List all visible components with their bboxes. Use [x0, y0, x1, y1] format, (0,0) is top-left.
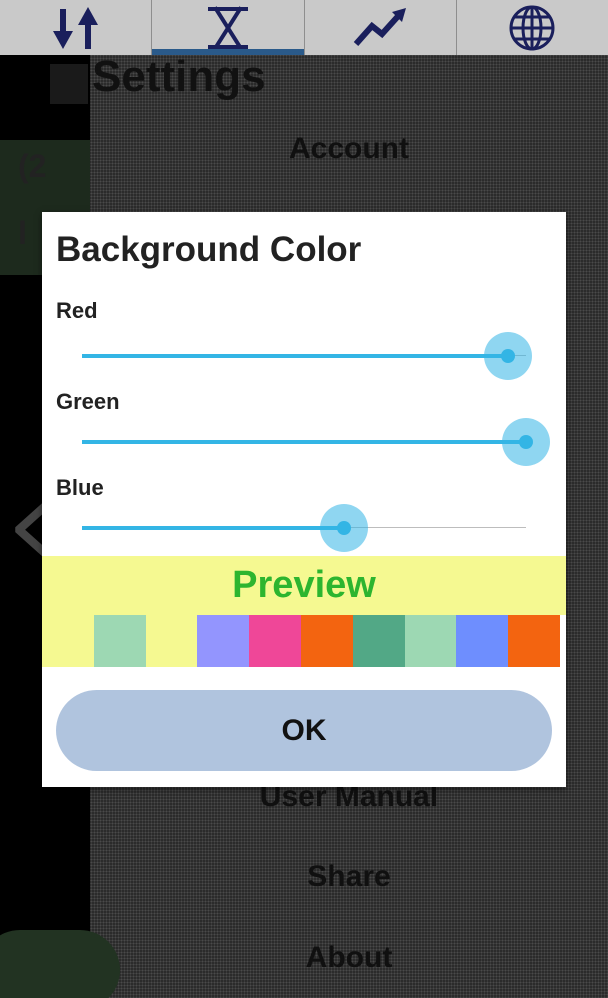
slider-thumb[interactable]: [519, 435, 533, 449]
tab-timer[interactable]: [152, 0, 305, 55]
color-swatch: [197, 615, 250, 667]
background-color-dialog: Background Color Red Green Blue Preview …: [42, 212, 566, 787]
color-swatch: [42, 615, 94, 667]
blue-slider[interactable]: [82, 504, 526, 552]
color-swatches: [42, 615, 560, 667]
trend-chart-icon: [353, 7, 407, 46]
green-label: Green: [56, 389, 120, 414]
ok-button[interactable]: OK: [56, 690, 552, 771]
settings-icon: [50, 64, 88, 104]
green-slider[interactable]: [82, 418, 550, 466]
top-tab-bar: [0, 0, 608, 55]
red-label: Red: [56, 298, 98, 323]
menu-item-about[interactable]: About: [90, 941, 608, 975]
slider-fill: [82, 354, 509, 358]
sort-arrows-icon: [52, 6, 98, 49]
tab-sort[interactable]: [0, 0, 153, 55]
color-swatch: [145, 615, 198, 667]
preview-label: Preview: [232, 564, 376, 606]
left-drawer-text: (2: [18, 148, 47, 184]
preview-band: Preview: [42, 556, 566, 615]
slider-fill: [82, 440, 526, 444]
blue-label: Blue: [56, 475, 104, 500]
menu-item-account[interactable]: Account: [90, 132, 608, 166]
color-swatch: [352, 615, 405, 667]
globe-icon: [509, 5, 555, 50]
left-drawer-edge: [0, 55, 34, 140]
tab-global[interactable]: [457, 0, 608, 55]
color-swatch: [249, 615, 301, 667]
color-preview: Preview: [42, 556, 566, 667]
slider-thumb[interactable]: [336, 521, 351, 535]
color-swatch: [508, 615, 560, 667]
color-swatch: [93, 615, 146, 667]
red-slider[interactable]: [82, 332, 533, 380]
color-swatch: [300, 615, 353, 667]
color-swatch: [456, 615, 509, 667]
hourglass-icon: [207, 5, 248, 50]
settings-title: Settings: [92, 52, 266, 101]
tab-trend[interactable]: [305, 0, 457, 55]
menu-item-share[interactable]: Share: [90, 860, 608, 894]
slider-fill: [82, 526, 344, 530]
left-drawer-text: l: [18, 215, 27, 251]
color-swatch: [404, 615, 457, 667]
chevron-left-icon: ‹: [6, 455, 54, 594]
dialog-title: Background Color: [56, 230, 362, 269]
